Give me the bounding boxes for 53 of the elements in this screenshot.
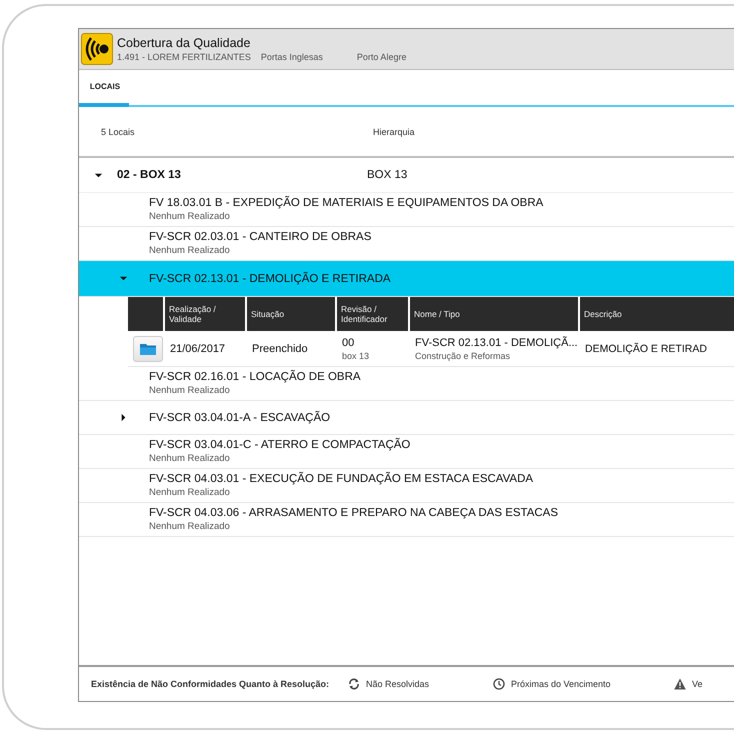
item-status: Nenhum Realizado xyxy=(149,521,231,532)
tree-row[interactable]: FV-SCR 02.13.01 - DEMOLIÇÃO E RETIRADA xyxy=(79,261,734,297)
item-title: FV-SCR 04.03.06 - ARRASAMENTO E PREPARO NA CABEÇA DAS ESTACAS xyxy=(149,507,558,519)
clock-icon xyxy=(493,678,505,690)
item-status: Nenhum Realizado xyxy=(149,245,231,256)
table-cell-text: 21/06/2017 xyxy=(170,342,226,354)
caret-icon[interactable] xyxy=(118,413,128,422)
hierarchy-value: BOX 13 xyxy=(367,169,408,181)
table-cell-text: 00 xyxy=(342,336,356,348)
app-logo-icon xyxy=(81,33,113,65)
table-header: Realização / Validade xyxy=(165,297,245,331)
table-cell-text: Preenchido xyxy=(252,342,309,354)
table-cell-text: box 13 xyxy=(342,350,370,360)
tab[interactable]: LOCAIS xyxy=(79,70,129,107)
table-header: Situação xyxy=(247,297,335,331)
warning-icon xyxy=(674,678,686,690)
item-title: FV-SCR 03.04.01-A - ESCAVAÇÃO xyxy=(149,412,330,424)
folder-icon xyxy=(139,342,157,356)
item-title: FV-SCR 02.16.01 - LOCAÇÃO DE OBRA xyxy=(149,371,361,383)
column-header: Hierarquia xyxy=(373,126,416,136)
table-header: Revisão / Identificador xyxy=(337,297,408,331)
item-title: FV 18.03.01 B - EXPEDIÇÃO DE MATERIAIS E EQUIPAMENTOS DA OBRA xyxy=(149,197,544,209)
item-status: Nenhum Realizado xyxy=(149,453,231,464)
table-cell-text: DEMOLIÇÃO E RETIRAD xyxy=(585,342,708,354)
tree-row[interactable]: FV-SCR 03.04.01-C - ATERRO E COMPACTAÇÃO Nenhum Realizado xyxy=(79,435,734,469)
item-title: FV-SCR 03.04.01-C - ATERRO E COMPACTAÇÃO xyxy=(149,439,410,451)
location-count: 5 Locais xyxy=(100,126,136,136)
group-title[interactable]: 02 - BOX 13 xyxy=(117,169,367,181)
item-status: Nenhum Realizado xyxy=(149,385,231,396)
city-name: Porto Alegre xyxy=(356,52,406,62)
site-name: Portas Inglesas xyxy=(260,52,323,62)
app-title: Cobertura da Qualidade xyxy=(117,36,252,50)
legend-text: Ve xyxy=(692,679,703,689)
caret-icon[interactable] xyxy=(94,170,102,180)
item-status: Nenhum Realizado xyxy=(149,211,231,222)
legend-text: Próximas do Vencimento xyxy=(511,679,611,689)
table-header xyxy=(128,297,163,331)
item-title: FV-SCR 02.03.01 - CANTEIRO DE OBRAS xyxy=(149,231,372,243)
table-header: Nome / Tipo xyxy=(410,297,578,331)
client-name: 1.491 - LOREM FERTILIZANTES xyxy=(117,52,251,62)
tree-row[interactable]: FV 18.03.01 B - EXPEDIÇÃO DE MATERIAIS E EQUIPAMENTOS DA OBRA Nenhum Realizado xyxy=(79,193,734,227)
item-status: Nenhum Realizado xyxy=(149,487,231,498)
tree-row[interactable]: FV-SCR 04.03.01 - EXECUÇÃO DE FUNDAÇÃO EM ESTACA ESCAVADA Nenhum Realizado xyxy=(79,469,734,503)
tree-row[interactable]: FV-SCR 02.16.01 - LOCAÇÃO DE OBRA Nenhum Realizado xyxy=(79,367,734,401)
refresh-icon xyxy=(348,678,360,690)
folder-button[interactable] xyxy=(133,336,163,362)
caret-icon[interactable] xyxy=(118,274,128,283)
legend-label: Existência de Não Conformidades Quanto à Resolução: xyxy=(90,679,330,689)
table-header: Descrição xyxy=(580,297,734,331)
legend-text: Não Resolvidas xyxy=(366,679,430,689)
table-cell-text: Construção e Reformas xyxy=(415,350,512,360)
item-title: FV-SCR 04.03.01 - EXECUÇÃO DE FUNDAÇÃO EM ESTACA ESCAVADA xyxy=(149,473,534,485)
item-title: FV-SCR 02.13.01 - DEMOLIÇÃO E RETIRADA xyxy=(149,272,391,284)
